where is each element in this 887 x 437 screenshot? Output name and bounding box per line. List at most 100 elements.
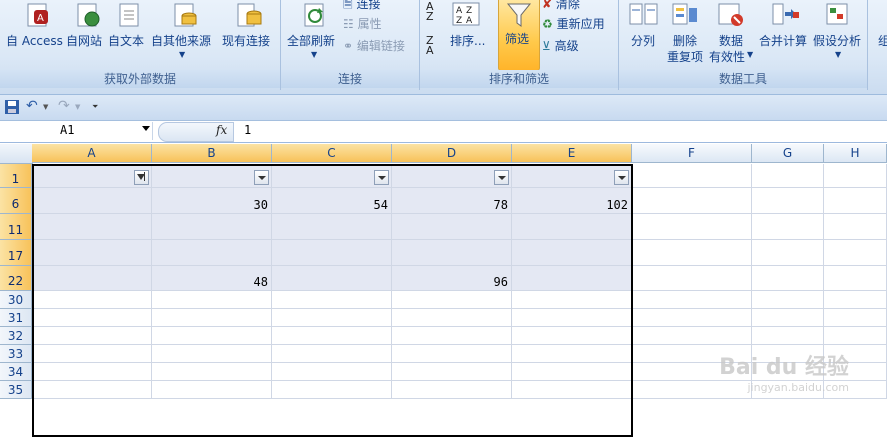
cell-c31[interactable] — [272, 309, 392, 327]
cell-h1[interactable] — [824, 164, 887, 188]
filter-button[interactable]: 筛选 — [498, 0, 540, 71]
cell-a11[interactable] — [32, 214, 152, 240]
cell-d6[interactable]: 78 — [392, 188, 512, 214]
cell-b1[interactable] — [152, 164, 272, 188]
redo-dropdown-icon[interactable]: ▼ — [75, 103, 80, 111]
cell-e34[interactable] — [512, 363, 632, 381]
connections-button[interactable]: 🗎 连接 — [343, 0, 381, 14]
existing-connections-button[interactable]: 现有连接 — [222, 2, 278, 50]
column-header-d[interactable]: D — [392, 144, 512, 163]
consolidate-button[interactable]: 合并计算 — [759, 2, 811, 50]
cell-h31[interactable] — [824, 309, 887, 327]
cell-b22[interactable]: 48 — [152, 266, 272, 291]
undo-icon[interactable]: ↶ — [26, 98, 38, 114]
cell-d1[interactable] — [392, 164, 512, 188]
cell-c11[interactable] — [272, 214, 392, 240]
cell-d17[interactable] — [392, 240, 512, 266]
from-text-button[interactable]: 自文本 — [108, 2, 150, 50]
name-box[interactable]: A1 — [2, 122, 153, 140]
cell-g22[interactable] — [752, 266, 824, 291]
cell-g6[interactable] — [752, 188, 824, 214]
cell-f17[interactable] — [632, 240, 752, 266]
cell-d33[interactable] — [392, 345, 512, 363]
column-header-c[interactable]: C — [272, 144, 392, 163]
cell-f31[interactable] — [632, 309, 752, 327]
cell-e31[interactable] — [512, 309, 632, 327]
cell-d22[interactable]: 96 — [392, 266, 512, 291]
sort-ascending-button[interactable]: AZ — [426, 1, 446, 26]
cell-d30[interactable] — [392, 291, 512, 309]
cell-b33[interactable] — [152, 345, 272, 363]
column-header-e[interactable]: E — [512, 144, 632, 163]
cell-b32[interactable] — [152, 327, 272, 345]
cell-a1[interactable] — [32, 164, 152, 188]
cell-a6[interactable] — [32, 188, 152, 214]
column-header-f[interactable]: F — [632, 144, 752, 163]
reapply-button[interactable]: ♻ 重新应用 — [542, 14, 605, 34]
cell-c30[interactable] — [272, 291, 392, 309]
row-header-33[interactable]: 33 — [0, 345, 32, 363]
formula-input[interactable]: 1 — [244, 123, 251, 137]
cell-a35[interactable] — [32, 381, 152, 399]
cell-a31[interactable] — [32, 309, 152, 327]
insert-function-icon[interactable]: fx — [216, 123, 227, 137]
cell-f11[interactable] — [632, 214, 752, 240]
column-header-g[interactable]: G — [752, 144, 824, 163]
cell-h22[interactable] — [824, 266, 887, 291]
cell-c17[interactable] — [272, 240, 392, 266]
row-header-35[interactable]: 35 — [0, 381, 32, 399]
cell-f30[interactable] — [632, 291, 752, 309]
cell-b35[interactable] — [152, 381, 272, 399]
refresh-all-button[interactable]: 全部刷新 ▼ — [287, 2, 341, 64]
row-header-32[interactable]: 32 — [0, 327, 32, 345]
row-header-34[interactable]: 34 — [0, 363, 32, 381]
cell-f1[interactable] — [632, 164, 752, 188]
cell-g32[interactable] — [752, 327, 824, 345]
from-access-button[interactable]: A 自 Access — [4, 2, 66, 50]
row-header-22[interactable]: 22 — [0, 266, 32, 291]
cell-c33[interactable] — [272, 345, 392, 363]
cell-g17[interactable] — [752, 240, 824, 266]
column-header-b[interactable]: B — [152, 144, 272, 163]
remove-duplicates-button[interactable]: 删除 重复项 — [665, 2, 705, 64]
cell-a17[interactable] — [32, 240, 152, 266]
cell-d34[interactable] — [392, 363, 512, 381]
save-icon[interactable] — [5, 100, 19, 117]
cell-g31[interactable] — [752, 309, 824, 327]
cell-g1[interactable] — [752, 164, 824, 188]
cell-h30[interactable] — [824, 291, 887, 309]
row-header-11[interactable]: 11 — [0, 214, 32, 240]
row-header-1[interactable]: 1 — [0, 164, 32, 188]
cell-c34[interactable] — [272, 363, 392, 381]
sort-dialog-button[interactable]: AZZA 排序... — [450, 2, 492, 50]
group-outline-button[interactable]: 组 — [878, 32, 887, 49]
cell-h17[interactable] — [824, 240, 887, 266]
from-web-button[interactable]: 自网站 — [66, 2, 108, 50]
column-header-h[interactable]: H — [824, 144, 887, 163]
cell-c32[interactable] — [272, 327, 392, 345]
from-other-sources-button[interactable]: 自其他来源 ▼ — [151, 2, 217, 64]
advanced-filter-button[interactable]: ⊻ 高级 — [542, 36, 579, 56]
cell-c22[interactable] — [272, 266, 392, 291]
cell-e35[interactable] — [512, 381, 632, 399]
row-header-6[interactable]: 6 — [0, 188, 32, 214]
cell-d31[interactable] — [392, 309, 512, 327]
row-header-30[interactable]: 30 — [0, 291, 32, 309]
cell-d35[interactable] — [392, 381, 512, 399]
redo-icon[interactable]: ↷ — [58, 98, 70, 114]
row-header-17[interactable]: 17 — [0, 240, 32, 266]
cell-b34[interactable] — [152, 363, 272, 381]
cell-a30[interactable] — [32, 291, 152, 309]
filter-dropdown-icon[interactable] — [374, 170, 389, 185]
cell-g11[interactable] — [752, 214, 824, 240]
cell-e30[interactable] — [512, 291, 632, 309]
cell-e32[interactable] — [512, 327, 632, 345]
cell-f32[interactable] — [632, 327, 752, 345]
filter-dropdown-icon[interactable] — [494, 170, 509, 185]
cell-f22[interactable] — [632, 266, 752, 291]
filter-applied-dropdown-icon[interactable] — [134, 170, 149, 185]
customize-qat-icon[interactable]: ⏷ — [92, 102, 98, 112]
cell-b17[interactable] — [152, 240, 272, 266]
cell-c1[interactable] — [272, 164, 392, 188]
what-if-analysis-button[interactable]: 假设分析 ▼ — [813, 2, 865, 64]
